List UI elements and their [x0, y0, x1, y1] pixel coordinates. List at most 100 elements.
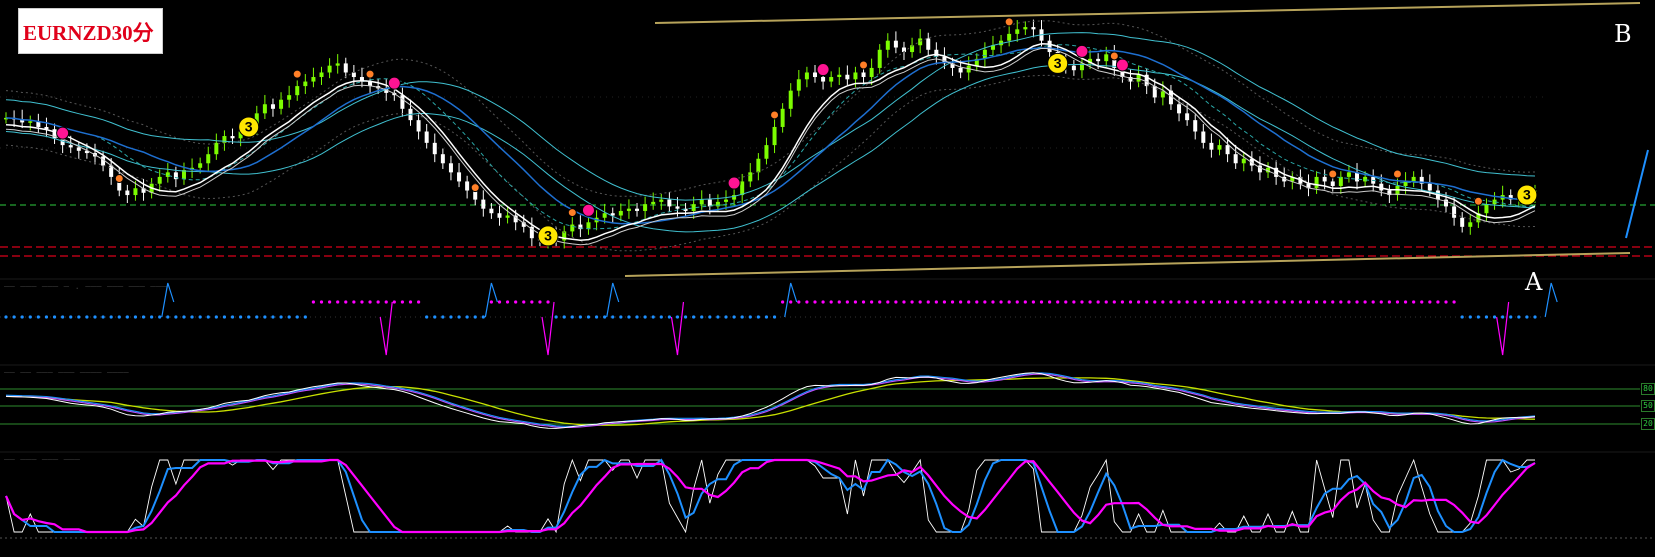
candle-body — [343, 63, 348, 73]
signal-dot-magenta — [408, 300, 413, 304]
candle-body — [724, 199, 729, 202]
signal-dot-blue — [1460, 315, 1464, 319]
upper-trendline — [654, 2, 1641, 24]
signal-dot-magenta — [837, 300, 841, 304]
candle-body — [691, 204, 696, 211]
signal-spike — [1496, 301, 1510, 356]
signal-dot-magenta — [530, 300, 534, 304]
candle-body — [1427, 183, 1432, 191]
candle-body — [1047, 40, 1052, 53]
candle-body — [465, 181, 470, 191]
candle-body — [262, 104, 267, 114]
pink-marker — [816, 63, 830, 77]
signal-dot-blue — [222, 315, 227, 319]
signal-markers: 3 3 3 3 — [56, 17, 1538, 247]
signal-dot-magenta — [416, 300, 421, 304]
signal-dot-magenta — [1007, 300, 1011, 304]
candle-body — [918, 38, 923, 46]
signal-dot-blue — [716, 315, 720, 319]
orange-marker — [770, 110, 780, 120]
signal-dot-blue — [1468, 315, 1472, 319]
ma-cyan-lower — [5, 63, 1536, 233]
candle-body — [934, 49, 939, 57]
signal-spike — [379, 301, 393, 356]
signal-dot-blue — [756, 315, 760, 319]
signal-dot-magenta — [368, 300, 372, 304]
signal-dot-blue — [683, 315, 688, 319]
candle-body — [319, 72, 324, 78]
signal-dot-magenta — [999, 300, 1003, 304]
candle-body — [885, 40, 890, 50]
candle-body — [845, 74, 850, 80]
signal-dot-magenta — [886, 300, 890, 304]
signal-dot-blue — [457, 315, 461, 319]
signal-dot-blue — [732, 315, 736, 319]
signal-dot-blue — [449, 315, 453, 319]
signal-dot-blue — [61, 315, 65, 319]
candle-body — [1209, 142, 1214, 150]
signal-dot-magenta — [1274, 300, 1278, 304]
signal-dot-magenta — [1428, 300, 1432, 304]
signal-dot-magenta — [1153, 300, 1157, 304]
candle-body — [270, 104, 275, 109]
signal-dot-blue — [125, 315, 129, 319]
signal-dot-magenta — [1031, 300, 1036, 304]
signal-dot-blue — [263, 315, 267, 319]
candle-body — [1007, 33, 1012, 41]
signal-dot-blue — [425, 315, 429, 319]
signal-dot-blue — [562, 315, 566, 319]
signal-dot-blue — [603, 315, 607, 319]
candle-body — [1468, 222, 1473, 227]
pink-marker — [387, 76, 401, 90]
signal-dot-magenta — [918, 300, 922, 304]
signal-dot-blue — [4, 315, 8, 319]
candle-body — [133, 188, 138, 196]
signal-dot-magenta — [311, 300, 316, 304]
candle-body — [28, 121, 33, 123]
signal-dot-magenta — [1169, 300, 1173, 304]
candle-body — [214, 142, 219, 155]
signal-dot-blue — [52, 315, 57, 319]
signal-dot-blue — [303, 315, 307, 319]
signal-dot-magenta — [910, 300, 914, 304]
signal-dot-blue — [659, 315, 663, 319]
signal-dot-blue — [570, 315, 574, 319]
signal-dot-magenta — [1072, 300, 1076, 304]
stoch-white — [5, 458, 1535, 534]
signal-dot-blue — [748, 315, 752, 319]
chart-title-box: EURNZD30分 — [18, 8, 163, 54]
candle-body — [675, 206, 680, 209]
candle-body — [812, 72, 817, 78]
point-label-a: A — [1525, 268, 1543, 296]
candle-body — [626, 208, 631, 211]
osc-blue — [5, 372, 1536, 427]
signal-dot-blue — [433, 315, 437, 319]
signal-dot-magenta — [1355, 300, 1359, 304]
signal-dot-magenta — [1234, 300, 1238, 304]
signal-dot-blue — [1501, 315, 1505, 319]
signal-dot-blue — [627, 315, 631, 319]
pink-marker — [1115, 58, 1129, 72]
candle-body — [230, 136, 235, 139]
signal-dot-magenta — [1225, 300, 1230, 304]
orange-marker — [1392, 169, 1402, 179]
signal-dot-magenta — [967, 300, 971, 304]
candle-body — [295, 86, 300, 96]
oscillator-lines — [5, 372, 1536, 429]
signal-dot-blue — [287, 315, 291, 319]
pane-title-1: —— ——— ——— — . ——— ——— ——— ——— — [4, 282, 167, 292]
signal-dot-magenta — [926, 300, 930, 304]
signal-dot-magenta — [878, 300, 882, 304]
signal-dot-magenta — [1347, 300, 1351, 304]
orange-marker — [470, 183, 480, 193]
signal-dot-magenta — [1161, 300, 1165, 304]
signal-dot-blue — [1484, 315, 1489, 319]
candle-body — [1104, 54, 1109, 62]
candle-body — [1193, 120, 1198, 132]
signal-dot-magenta — [489, 300, 493, 304]
signal-dot-blue — [1533, 315, 1537, 319]
candle-body — [1363, 176, 1368, 182]
pink-marker — [727, 176, 741, 190]
signal-dot-blue — [667, 315, 671, 319]
candle-body — [497, 213, 502, 218]
